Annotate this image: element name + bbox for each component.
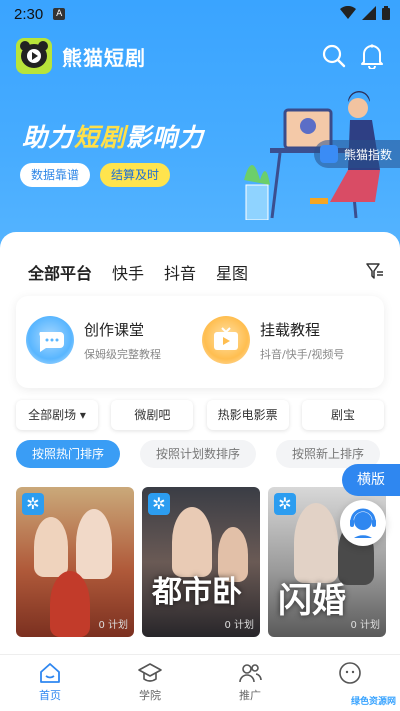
tab-all-platforms[interactable]: 全部平台	[28, 260, 93, 287]
genre-weijuba[interactable]: 微剧吧	[111, 400, 194, 430]
banner-tags: 数据靠谱 结算及时	[20, 163, 171, 187]
course-creation-class[interactable]: 创作课堂 保姆级完整教程	[26, 316, 161, 364]
main-content: 全部平台 快手 抖音 星图 创作课堂 保姆级完整教程 挂载教程 抖音/快手/视频…	[0, 232, 400, 662]
tab-douyin[interactable]: 抖音	[164, 260, 196, 284]
genre-label: 全部剧场	[28, 408, 77, 422]
genre-all-theaters[interactable]: 全部剧场 ▾	[16, 400, 98, 430]
landscape-toggle-button[interactable]: 横版	[342, 464, 400, 496]
status-icons	[340, 6, 390, 20]
poster-text: 都市卧	[152, 575, 242, 610]
kuaishou-badge-icon: ✲	[22, 493, 44, 515]
status-bar: 2:30 A	[0, 0, 400, 28]
home-icon	[40, 663, 60, 683]
poster-text: 闪婚	[278, 581, 346, 621]
filter-icon[interactable]	[366, 262, 384, 280]
tv-icon	[202, 316, 250, 364]
genre-reying-tickets[interactable]: 热影电影票	[206, 400, 289, 430]
nav-label: 学院	[139, 689, 161, 702]
plan-count: 0 计划	[224, 620, 254, 631]
genre-jubao[interactable]: 剧宝	[301, 400, 384, 430]
sort-row: 按照热门排序 按照计划数排序 按照新上排序	[16, 440, 400, 468]
chat-index-icon	[319, 145, 338, 163]
bottom-nav: 首页 学院 推广 绿色资源网	[0, 654, 400, 711]
tag-reliable-data: 数据靠谱	[20, 163, 91, 187]
course-subtitle: 保姆级完整教程	[84, 347, 161, 361]
platform-tabs: 全部平台 快手 抖音 星图	[28, 260, 248, 287]
tab-xingtu[interactable]: 星图	[216, 260, 248, 284]
kuaishou-badge-icon: ✲	[274, 493, 296, 515]
plan-count: 0 计划	[350, 620, 380, 631]
panda-logo-icon	[16, 38, 52, 74]
chat-bubble-icon	[26, 316, 74, 364]
drama-list: ✲ 0 计划 ✲ 都市卧 0 计划 ✲ 闪婚 0 计划	[16, 487, 386, 637]
course-subtitle: 抖音/快手/视频号	[260, 347, 345, 361]
app-header: 熊猫短剧	[16, 36, 384, 76]
bell-icon[interactable]	[360, 43, 384, 69]
app-name: 熊猫短剧	[62, 45, 146, 70]
drama-card[interactable]: ✲ 都市卧 0 计划	[142, 487, 260, 637]
course-title: 创作课堂	[84, 320, 145, 339]
panda-index-link[interactable]: 熊猫指数	[313, 140, 400, 168]
customer-service-button[interactable]	[340, 500, 386, 546]
sort-by-plans[interactable]: 按照计划数排序	[140, 440, 257, 468]
users-icon	[239, 664, 262, 683]
caret-down-icon: ▾	[79, 408, 86, 422]
nav-promote[interactable]: 推广	[200, 655, 300, 711]
smiley-icon	[339, 662, 361, 684]
plan-count: 0 计划	[98, 620, 128, 631]
kuaishou-badge-icon: ✲	[148, 493, 170, 515]
sort-by-hot[interactable]: 按照热门排序	[16, 440, 121, 468]
panda-index-label: 熊猫指数	[343, 147, 392, 162]
course-title: 挂载教程	[260, 320, 321, 339]
wifi-icon	[340, 6, 356, 19]
banner-title: 助力短剧影响力	[22, 123, 205, 152]
graduation-cap-icon	[138, 663, 162, 682]
nav-label: 推广	[239, 689, 261, 702]
search-icon[interactable]	[322, 44, 346, 68]
notification-a-icon: A	[53, 8, 66, 20]
customer-service-icon	[350, 508, 376, 538]
course-mount-tutorial[interactable]: 挂载教程 抖音/快手/视频号	[202, 316, 344, 364]
top-banner-area: 2:30 A 熊猫短剧 助力短剧影响力 数据靠谱 结算及时 熊猫指数	[0, 0, 400, 250]
status-time: 2:30	[14, 5, 44, 23]
nav-label: 首页	[39, 689, 61, 702]
tag-timely-settlement: 结算及时	[100, 163, 171, 187]
tab-kuaishou[interactable]: 快手	[112, 260, 144, 284]
drama-card[interactable]: ✲ 0 计划	[16, 487, 134, 637]
course-card: 创作课堂 保姆级完整教程 挂载教程 抖音/快手/视频号	[16, 296, 384, 388]
watermark: 绿色资源网	[350, 697, 396, 707]
signal-icon	[362, 6, 376, 20]
nav-academy[interactable]: 学院	[100, 655, 200, 711]
theater-filter-row: 全部剧场 ▾ 微剧吧 热影电影票 剧宝	[16, 400, 384, 430]
battery-icon	[382, 6, 390, 20]
nav-home[interactable]: 首页	[0, 655, 100, 711]
